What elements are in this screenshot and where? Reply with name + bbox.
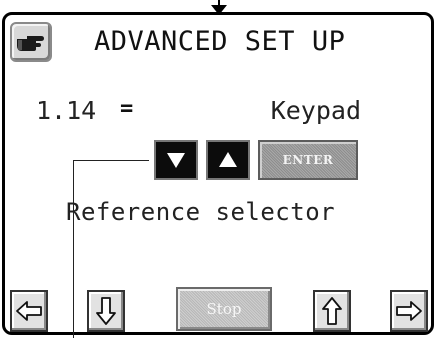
arrow-down-icon	[96, 297, 116, 325]
nav-right-button[interactable]	[390, 290, 428, 332]
page-title: ADVANCED SET UP	[94, 26, 346, 57]
arrow-up-icon	[322, 297, 342, 325]
arrow-left-icon	[16, 301, 42, 321]
stop-button-label: Stop	[206, 300, 242, 318]
nav-left-button[interactable]	[10, 290, 48, 332]
hand-button[interactable]	[10, 22, 52, 62]
triangle-down-icon	[167, 153, 185, 168]
triangle-up-icon	[219, 152, 237, 167]
parameter-equals: =	[120, 96, 134, 121]
pointing-hand-icon	[17, 36, 44, 51]
leader-line-vertical	[73, 160, 74, 338]
arrow-right-icon	[396, 301, 422, 321]
nav-up-button[interactable]	[313, 290, 351, 332]
increment-button[interactable]	[206, 140, 250, 180]
nav-down-button[interactable]	[87, 290, 125, 332]
enter-button[interactable]: ENTER	[258, 140, 358, 180]
parameter-value: Keypad	[270, 96, 361, 125]
parameter-number: 1.14	[36, 96, 97, 125]
enter-button-label: ENTER	[282, 153, 334, 167]
header: ADVANCED SET UP	[10, 20, 428, 66]
leader-line-horizontal	[73, 160, 149, 161]
decrement-button[interactable]	[154, 140, 198, 180]
stop-button[interactable]: Stop	[176, 287, 272, 331]
parameter-description: Reference selector	[66, 198, 336, 226]
